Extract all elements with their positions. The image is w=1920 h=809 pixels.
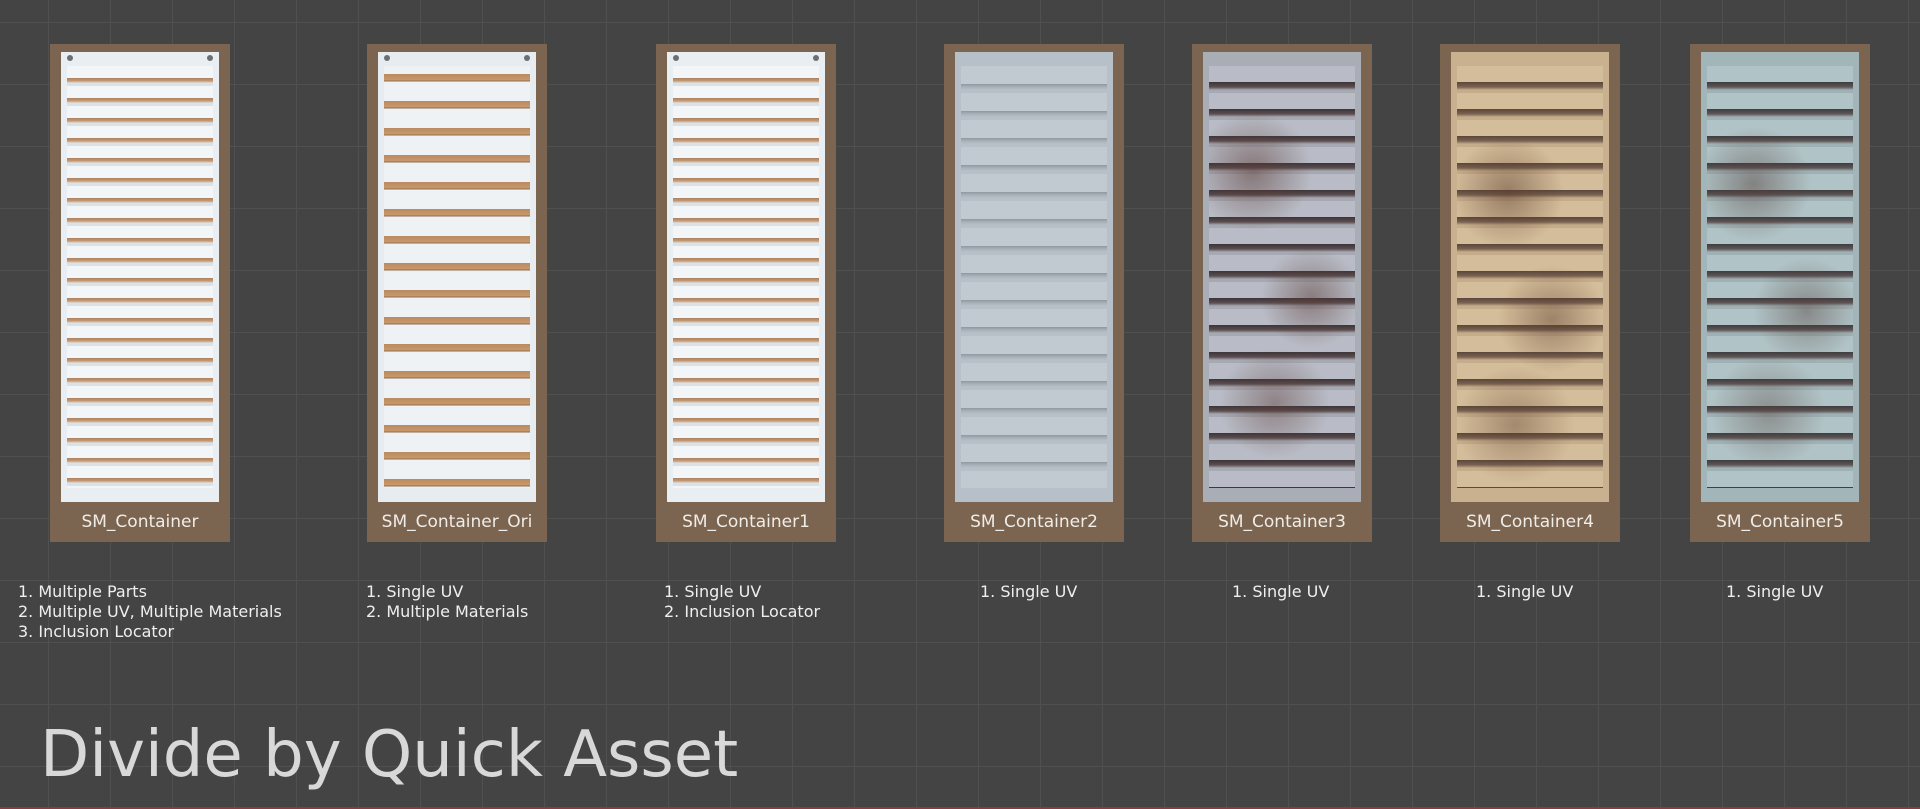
note-item: 1. Single UV xyxy=(664,582,762,601)
note-item: 2. Multiple Materials xyxy=(366,602,529,621)
door-ribs xyxy=(1707,66,1853,488)
asset-label: SM_Container3 xyxy=(1218,512,1346,532)
asset-label: SM_Container5 xyxy=(1716,512,1844,532)
asset-notes-sm-container2: 1. Single UV xyxy=(980,582,1077,602)
door-ribs xyxy=(1457,66,1603,488)
asset-notes-sm-container: 1. Multiple Parts 2. Multiple UV, Multip… xyxy=(18,582,282,642)
container-door-thumbnail xyxy=(667,52,825,502)
bolt-icon xyxy=(67,55,73,61)
asset-label: SM_Container4 xyxy=(1466,512,1594,532)
door-ribs xyxy=(1209,66,1355,488)
bolt-icon xyxy=(524,55,530,61)
asset-card-sm-container1[interactable]: SM_Container1 xyxy=(656,44,836,542)
page-title: Divide by Quick Asset xyxy=(40,718,739,792)
door-ribs xyxy=(673,66,819,488)
door-ribs xyxy=(67,66,213,488)
asset-card-sm-container4[interactable]: SM_Container4 xyxy=(1440,44,1620,542)
asset-label: SM_Container xyxy=(81,512,199,532)
asset-card-sm-container5[interactable]: SM_Container5 xyxy=(1690,44,1870,542)
bolt-icon xyxy=(384,55,390,61)
asset-card-sm-container2[interactable]: SM_Container2 xyxy=(944,44,1124,542)
note-item: 2. Inclusion Locator xyxy=(664,602,821,621)
note-item: 1. Multiple Parts xyxy=(18,582,147,601)
bolt-icon xyxy=(813,55,819,61)
container-door-thumbnail xyxy=(1701,52,1859,502)
note-item: 3. Inclusion Locator xyxy=(18,622,175,641)
asset-label: SM_Container_Ori xyxy=(381,512,533,532)
container-door-thumbnail xyxy=(1203,52,1361,502)
asset-card-sm-container-ori[interactable]: SM_Container_Ori xyxy=(367,44,547,542)
asset-card-sm-container3[interactable]: SM_Container3 xyxy=(1192,44,1372,542)
note-item: 1. Single UV xyxy=(1232,582,1330,601)
door-ribs xyxy=(961,66,1107,488)
asset-notes-sm-container-ori: 1. Single UV 2. Multiple Materials xyxy=(366,582,528,622)
door-ribs xyxy=(384,66,530,488)
note-item: 2. Multiple UV, Multiple Materials xyxy=(18,602,282,621)
asset-notes-sm-container3: 1. Single UV xyxy=(1232,582,1329,602)
container-door-thumbnail xyxy=(1451,52,1609,502)
asset-label: SM_Container2 xyxy=(970,512,1098,532)
asset-notes-sm-container4: 1. Single UV xyxy=(1476,582,1573,602)
bolt-icon xyxy=(207,55,213,61)
bolt-icon xyxy=(673,55,679,61)
note-item: 1. Single UV xyxy=(1726,582,1824,601)
asset-label: SM_Container1 xyxy=(682,512,810,532)
note-item: 1. Single UV xyxy=(980,582,1078,601)
container-door-thumbnail xyxy=(61,52,219,502)
container-door-thumbnail xyxy=(378,52,536,502)
asset-card-sm-container[interactable]: SM_Container xyxy=(50,44,230,542)
container-door-thumbnail xyxy=(955,52,1113,502)
note-item: 1. Single UV xyxy=(1476,582,1574,601)
note-item: 1. Single UV xyxy=(366,582,464,601)
asset-notes-sm-container1: 1. Single UV 2. Inclusion Locator xyxy=(664,582,820,622)
asset-notes-sm-container5: 1. Single UV xyxy=(1726,582,1823,602)
